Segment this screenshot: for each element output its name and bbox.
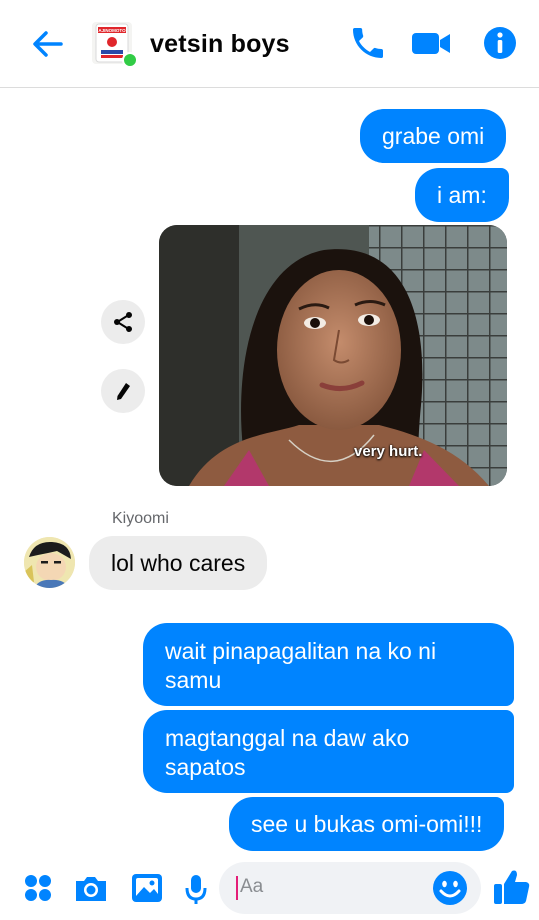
message-bubble-incoming[interactable]: lol who cares <box>89 536 268 590</box>
video-call-icon[interactable] <box>410 22 450 64</box>
message-line: sapatos <box>165 754 246 780</box>
edit-button[interactable] <box>101 369 145 413</box>
gallery-icon[interactable] <box>127 868 167 908</box>
sender-avatar[interactable] <box>24 537 75 588</box>
message-line: wait pinapagalitan na ko ni <box>165 638 437 664</box>
brand-text: AJINOMOTO <box>98 28 126 33</box>
chat-header: AJINOMOTO vetsin boys <box>0 0 539 88</box>
message-bubble-outgoing[interactable]: magtanggal na daw ako sapatos <box>143 710 514 793</box>
message-composer: Aa <box>0 858 539 920</box>
message-line: magtanggal na daw ako <box>165 725 410 751</box>
share-button[interactable] <box>101 300 145 344</box>
message-bubble-outgoing[interactable]: see u bukas omi-omi!!! <box>229 797 505 851</box>
menu-dots-icon[interactable] <box>18 868 58 908</box>
message-input-placeholder: Aa <box>240 876 264 897</box>
shared-photo[interactable]: very hurt. <box>159 225 507 486</box>
microphone-icon[interactable] <box>176 868 216 908</box>
online-status-dot <box>122 52 138 68</box>
pencil-icon <box>117 383 130 400</box>
group-avatar[interactable]: AJINOMOTO <box>90 20 138 68</box>
message-bubble-outgoing[interactable]: i am: <box>415 168 509 222</box>
photo-image <box>159 225 507 486</box>
photo-caption: very hurt. <box>354 443 423 460</box>
phone-call-icon[interactable] <box>348 22 388 64</box>
sender-name: Kiyoomi <box>112 510 169 527</box>
text-caret <box>236 876 238 900</box>
info-icon[interactable] <box>480 22 520 64</box>
share-icon <box>114 312 132 332</box>
message-line: samu <box>165 667 222 693</box>
message-input[interactable]: Aa <box>219 862 481 914</box>
camera-icon[interactable] <box>71 868 111 908</box>
chat-title[interactable]: vetsin boys <box>150 30 290 59</box>
emoji-icon[interactable] <box>432 870 468 906</box>
message-bubble-outgoing[interactable]: wait pinapagalitan na ko ni samu <box>143 623 514 706</box>
message-bubble-outgoing[interactable]: grabe omi <box>360 109 507 163</box>
back-arrow-icon[interactable] <box>28 24 68 64</box>
thumbs-up-icon[interactable] <box>490 866 532 908</box>
